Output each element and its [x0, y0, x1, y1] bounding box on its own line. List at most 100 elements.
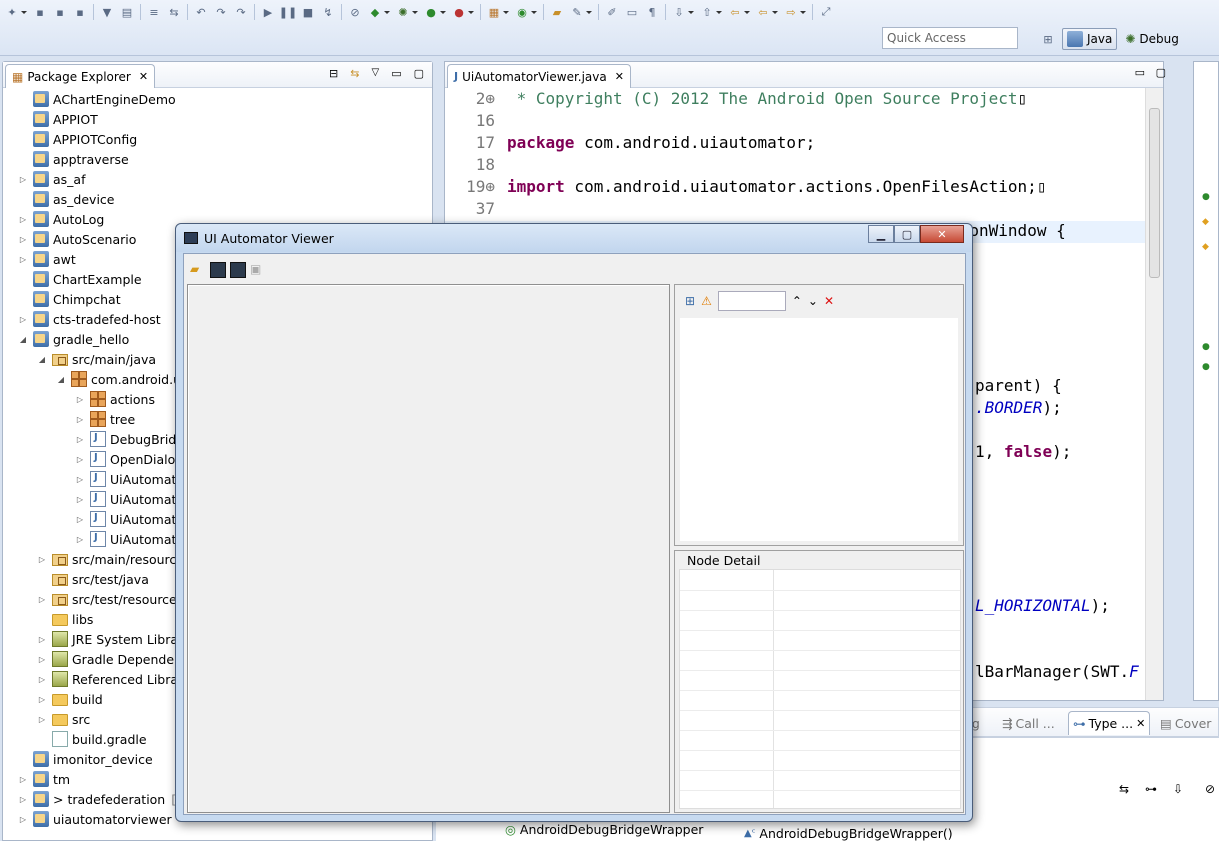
tree-item[interactable]: src/test/java: [36, 569, 149, 589]
tree-item[interactable]: AChartEngineDemo: [17, 89, 176, 109]
close-button[interactable]: ✕: [920, 225, 964, 243]
node-detail-table[interactable]: [679, 569, 961, 809]
collapsed-arrow-icon[interactable]: ▷: [36, 653, 48, 665]
disconnect-icon[interactable]: ↯: [320, 4, 336, 20]
maximize-icon[interactable]: ▢: [1156, 66, 1166, 79]
tree-item[interactable]: ▷ uiautomatorviewer: [17, 809, 172, 829]
java-perspective-button[interactable]: Java: [1062, 28, 1118, 50]
tab-call-hierarchy[interactable]: ⇶ Call ...: [998, 711, 1059, 735]
search-icon[interactable]: ✎: [569, 4, 592, 20]
maximize-button[interactable]: ▢: [894, 225, 920, 243]
view-menu-icon[interactable]: ▭: [1135, 66, 1145, 79]
collapsed-arrow-icon[interactable]: ▷: [36, 713, 48, 725]
new-java-class-icon[interactable]: ◉: [514, 4, 537, 20]
android-sdk-icon[interactable]: ▤: [119, 4, 135, 20]
tree-item[interactable]: ▷ tm: [17, 769, 70, 789]
new-java-package-icon[interactable]: ▦: [486, 4, 509, 20]
skip-breakpoints-icon[interactable]: ⊘: [347, 4, 363, 20]
collapsed-arrow-icon[interactable]: ▷: [17, 793, 29, 805]
pin-editor-icon[interactable]: ⤢: [818, 4, 834, 20]
tree-item[interactable]: ▷ Gradle Dependenc: [36, 649, 189, 669]
tree-item[interactable]: imonitor_device: [17, 749, 153, 769]
chevron-down-icon[interactable]: ⌄: [808, 294, 818, 308]
tree-item[interactable]: ▷ src/main/resource: [36, 549, 184, 569]
close-icon[interactable]: ✕: [139, 70, 148, 83]
open-perspective-icon[interactable]: ⊞: [1040, 31, 1056, 47]
mark-occurrences-icon[interactable]: ✐: [604, 4, 620, 20]
save-all-icon[interactable]: ▪: [52, 4, 68, 20]
block-selection-icon[interactable]: ▭: [624, 4, 640, 20]
collapsed-arrow-icon[interactable]: ▷: [74, 513, 86, 525]
install-icon[interactable]: ▼: [99, 4, 115, 20]
tree-item[interactable]: ▷ awt: [17, 249, 76, 269]
collapsed-arrow-icon[interactable]: ▷: [36, 593, 48, 605]
close-icon[interactable]: ✕: [615, 70, 624, 83]
terminate-icon[interactable]: ■: [300, 4, 316, 20]
warning-icon[interactable]: ⚠: [701, 294, 712, 308]
tree-item[interactable]: ▷ src: [36, 709, 90, 729]
tree-item[interactable]: APPIOTConfig: [17, 129, 137, 149]
minimize-button[interactable]: ▁: [868, 225, 894, 243]
external-tools-icon[interactable]: ●: [451, 4, 474, 20]
last-edit-location-icon[interactable]: ⇦: [727, 4, 750, 20]
editor-tab[interactable]: J UiAutomatorViewer.java ✕: [447, 64, 631, 88]
tree-item[interactable]: apptraverse: [17, 149, 129, 169]
print-icon[interactable]: ▪: [72, 4, 88, 20]
tree-item[interactable]: ▷ JRE System Library: [36, 629, 191, 649]
clear-icon[interactable]: ✕: [824, 294, 834, 308]
chevron-up-icon[interactable]: ⌃: [792, 294, 802, 308]
collapsed-arrow-icon[interactable]: ▷: [17, 233, 29, 245]
hierarchy-toolbar-icon[interactable]: ⊘: [1205, 782, 1215, 796]
quick-access-field[interactable]: Quick Access: [882, 27, 1018, 49]
maximize-icon[interactable]: ▢: [414, 67, 424, 80]
tree-item[interactable]: ▷ build: [36, 689, 103, 709]
expanded-arrow-icon[interactable]: ◢: [55, 373, 67, 385]
view-menu-icon[interactable]: ▽: [371, 67, 379, 80]
package-explorer-tab[interactable]: ▦ Package Explorer ✕: [5, 64, 156, 88]
hierarchy-type-item[interactable]: ◎ AndroidDebugBridgeWrapper: [505, 822, 703, 837]
tree-item[interactable]: ▷> tradefederation[tr: [17, 789, 186, 809]
tree-item[interactable]: ◢ gradle_hello: [17, 329, 129, 349]
tree-item[interactable]: ▷ UiAutomato: [74, 509, 184, 529]
expanded-arrow-icon[interactable]: ◢: [36, 353, 48, 365]
save-icon[interactable]: ▣: [250, 262, 266, 278]
search-input[interactable]: [717, 291, 786, 311]
refactor-icon[interactable]: ⇆: [166, 4, 182, 20]
collapsed-arrow-icon[interactable]: ▷: [36, 633, 48, 645]
save-icon[interactable]: ▪: [32, 4, 48, 20]
expand-all-icon[interactable]: ⊞: [685, 294, 695, 308]
collapsed-arrow-icon[interactable]: ▷: [36, 553, 48, 565]
minimize-icon[interactable]: ▭: [391, 67, 401, 80]
redo-icon[interactable]: ↷: [213, 4, 229, 20]
new-icon[interactable]: ✦: [4, 4, 27, 20]
suspend-icon[interactable]: ❚❚: [279, 4, 297, 20]
tab-type-hierarchy[interactable]: ⊶ Type ... ✕: [1068, 711, 1151, 735]
hierarchy-member-item[interactable]: ▲ᶜ AndroidDebugBridgeWrapper(): [744, 826, 953, 841]
collapsed-arrow-icon[interactable]: ▷: [17, 313, 29, 325]
hierarchy-toolbar-icon[interactable]: ⊶: [1145, 782, 1157, 796]
forward-icon[interactable]: ⇨: [783, 4, 806, 20]
tree-item[interactable]: ◢ src/main/java: [36, 349, 156, 369]
tree-item[interactable]: ▷ UiAutomato: [74, 529, 184, 549]
undo-icon[interactable]: ↶: [193, 4, 209, 20]
tree-item[interactable]: build.gradle: [36, 729, 147, 749]
tasks-icon[interactable]: ≡: [146, 4, 162, 20]
tab-coverage[interactable]: ▤ Cover: [1156, 711, 1215, 735]
tree-item[interactable]: as_device: [17, 189, 114, 209]
collapsed-arrow-icon[interactable]: ▷: [74, 473, 86, 485]
collapsed-arrow-icon[interactable]: ▷: [36, 673, 48, 685]
debug-perspective-button[interactable]: ✺ Debug: [1121, 28, 1183, 50]
tree-item[interactable]: ▷ UiAutomato: [74, 469, 184, 489]
device-screenshot-compressed-icon[interactable]: [230, 262, 246, 278]
collapsed-arrow-icon[interactable]: ▷: [17, 773, 29, 785]
expanded-arrow-icon[interactable]: ◢: [17, 333, 29, 345]
collapsed-arrow-icon[interactable]: ▷: [74, 433, 86, 445]
editor-scrollbar[interactable]: [1145, 88, 1163, 700]
back-icon[interactable]: ⇦: [755, 4, 778, 20]
hierarchy-tree[interactable]: [680, 318, 958, 541]
debug-icon[interactable]: ✺: [395, 4, 418, 20]
show-whitespace-icon[interactable]: ¶: [644, 4, 660, 20]
collapsed-arrow-icon[interactable]: ▷: [17, 813, 29, 825]
collapsed-arrow-icon[interactable]: ▷: [17, 253, 29, 265]
tree-item[interactable]: libs: [36, 609, 93, 629]
